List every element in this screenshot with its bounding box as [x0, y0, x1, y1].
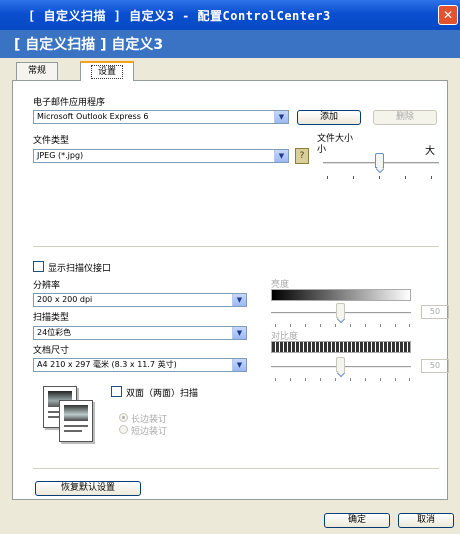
slider-tick	[320, 378, 321, 381]
resolution-label: 分辨率	[33, 281, 61, 291]
file-type-select[interactable]: JPEG (*.jpg) ▼	[33, 149, 289, 163]
slider-tick	[409, 378, 410, 381]
brightness-spinbox: 50	[421, 305, 449, 319]
help-icon[interactable]: ?	[295, 148, 309, 164]
window-title: [ 自定义扫描 ] 自定义3 - 配置ControlCenter3	[28, 9, 331, 23]
doc-size-label: 文档尺寸	[33, 346, 70, 356]
contrast-value: 50	[429, 361, 441, 370]
tab-general[interactable]: 常规	[16, 62, 58, 80]
scanner-interface-checkbox[interactable]	[33, 261, 44, 272]
page-header: [ 自定义扫描 ] 自定义3	[0, 30, 460, 58]
slider-tick	[395, 378, 396, 381]
tab-general-label: 常规	[27, 66, 46, 76]
scan-type-select[interactable]: 24位彩色 ▼	[33, 326, 247, 340]
slider-tick	[290, 324, 291, 327]
file-size-slider-thumb[interactable]	[375, 153, 384, 168]
slider-tick	[380, 324, 381, 327]
restore-defaults-label: 恢复默认设置	[60, 483, 115, 493]
email-app-value: Microsoft Outlook Express 6	[37, 112, 149, 121]
slider-tick	[350, 324, 351, 327]
ok-button-label: 确定	[347, 515, 366, 525]
delete-button[interactable]: 删除	[373, 110, 437, 125]
slider-tick	[275, 324, 276, 327]
duplex-label: 双面（两面）扫描	[126, 389, 199, 399]
chevron-down-icon[interactable]: ▼	[232, 294, 246, 306]
doc-size-value: A4 210 x 297 毫米 (8.3 x 11.7 英寸)	[37, 360, 177, 369]
brightness-value: 50	[429, 307, 441, 316]
page-title: [ 自定义扫描 ] 自定义3	[14, 37, 164, 53]
restore-defaults-button[interactable]: 恢复默认设置	[35, 481, 141, 496]
scan-type-label: 扫描类型	[33, 313, 70, 323]
slider-tick	[290, 378, 291, 381]
separator	[33, 246, 439, 247]
file-type-label: 文件类型	[33, 136, 70, 146]
contrast-spinbox: 50	[421, 359, 449, 373]
tab-settings-label: 设置	[97, 67, 116, 77]
doc-size-select[interactable]: A4 210 x 297 毫米 (8.3 x 11.7 英寸) ▼	[33, 358, 247, 372]
chevron-down-icon[interactable]: ▼	[232, 327, 246, 339]
scan-type-value: 24位彩色	[37, 328, 72, 337]
chevron-down-icon[interactable]: ▼	[274, 111, 288, 123]
slider-tick	[395, 324, 396, 327]
title-bar[interactable]: [ 自定义扫描 ] 自定义3 - 配置ControlCenter3 ✕	[0, 0, 460, 30]
separator	[33, 468, 439, 469]
slider-tick	[431, 176, 432, 179]
contrast-pattern	[271, 341, 411, 353]
slider-tick	[365, 324, 366, 327]
slider-tick	[409, 324, 410, 327]
settings-panel: 电子邮件应用程序 Microsoft Outlook Express 6 ▼ 添…	[12, 80, 449, 500]
slider-tick	[353, 176, 354, 179]
slider-tick	[320, 324, 321, 327]
slider-tick	[305, 378, 306, 381]
dialog-window: [ 自定义扫描 ] 自定义3 - 配置ControlCenter3 ✕ [ 自定…	[0, 0, 460, 534]
slider-tick	[405, 176, 406, 179]
slider-tick	[305, 324, 306, 327]
delete-button-label: 删除	[395, 112, 414, 122]
long-edge-radio[interactable]	[119, 413, 128, 422]
contrast-slider-thumb	[336, 357, 345, 372]
slider-tick	[327, 176, 328, 179]
ok-button[interactable]: 确定	[324, 513, 390, 528]
cancel-button[interactable]: 取消	[398, 513, 454, 528]
slider-tick	[380, 378, 381, 381]
slider-tick	[335, 378, 336, 381]
slider-tick	[335, 324, 336, 327]
email-app-label: 电子邮件应用程序	[33, 98, 106, 108]
close-icon: ✕	[442, 8, 454, 22]
chevron-down-icon[interactable]: ▼	[232, 359, 246, 371]
resolution-select[interactable]: 200 x 200 dpi ▼	[33, 293, 247, 307]
slider-tick	[379, 176, 380, 179]
cancel-button-label: 取消	[416, 515, 435, 525]
brightness-slider-thumb	[336, 303, 345, 318]
add-button[interactable]: 添加	[297, 110, 361, 125]
close-button[interactable]: ✕	[438, 5, 458, 25]
file-size-small-label: 小	[317, 145, 327, 155]
add-button-label: 添加	[319, 112, 338, 122]
brightness-gradient	[271, 289, 411, 301]
email-app-select[interactable]: Microsoft Outlook Express 6 ▼	[33, 110, 289, 124]
file-type-value: JPEG (*.jpg)	[37, 151, 84, 160]
short-edge-radio[interactable]	[119, 425, 128, 434]
duplex-checkbox[interactable]	[111, 386, 122, 397]
slider-tick	[275, 378, 276, 381]
chevron-down-icon[interactable]: ▼	[274, 150, 288, 162]
duplex-image	[43, 386, 95, 444]
tab-settings[interactable]: 设置	[80, 61, 134, 81]
resolution-value: 200 x 200 dpi	[37, 295, 93, 304]
file-size-large-label: 大	[425, 146, 435, 157]
slider-tick	[350, 378, 351, 381]
scanner-interface-label: 显示扫描仪接口	[48, 264, 112, 274]
slider-tick	[365, 378, 366, 381]
short-edge-label: 短边装订	[131, 427, 168, 437]
